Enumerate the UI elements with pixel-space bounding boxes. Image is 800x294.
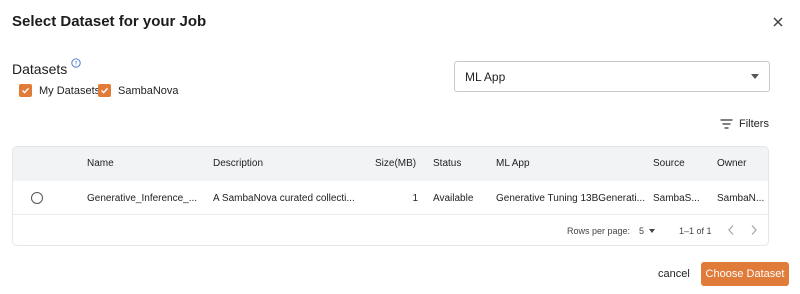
pagination-range: 1–1 of 1 bbox=[679, 226, 712, 236]
column-header-status[interactable]: Status bbox=[433, 158, 461, 169]
row-select-radio[interactable] bbox=[31, 192, 43, 204]
table-row[interactable]: Generative_Inference_... A SambaNova cur… bbox=[13, 181, 768, 215]
column-header-source[interactable]: Source bbox=[653, 158, 685, 169]
rows-per-page-value: 5 bbox=[639, 226, 645, 236]
close-icon[interactable] bbox=[770, 14, 786, 30]
column-header-name[interactable]: Name bbox=[87, 158, 114, 169]
sambanova-label: SambaNova bbox=[118, 84, 179, 97]
filters-button[interactable]: Filters bbox=[720, 118, 769, 130]
my-datasets-label: My Datasets bbox=[39, 84, 101, 97]
cell-ml-app: Generative Tuning 13BGenerati... bbox=[496, 193, 645, 204]
dialog-title: Select Dataset for your Job bbox=[12, 13, 207, 30]
chevron-down-icon bbox=[649, 229, 656, 233]
help-icon[interactable]: ? bbox=[71, 58, 81, 68]
column-header-description[interactable]: Description bbox=[213, 158, 263, 169]
my-datasets-checkbox[interactable]: My Datasets bbox=[19, 84, 100, 97]
ml-app-select-value: ML App bbox=[465, 69, 506, 84]
datasets-label: Datasets bbox=[12, 61, 68, 77]
choose-dataset-button[interactable]: Choose Dataset bbox=[701, 262, 789, 286]
filter-icon bbox=[720, 119, 733, 129]
table-header: Name Description Size(MB) Status ML App … bbox=[13, 147, 768, 181]
table-pagination: Rows per page: 5 1–1 of 1 bbox=[13, 215, 768, 245]
datasets-table: Name Description Size(MB) Status ML App … bbox=[12, 146, 769, 246]
cell-name: Generative_Inference_... bbox=[87, 193, 198, 204]
rows-per-page-label: Rows per page: bbox=[567, 226, 631, 236]
cell-owner: SambaN... bbox=[717, 193, 765, 204]
checkbox-checked-icon bbox=[98, 84, 111, 97]
cell-status: Available bbox=[433, 193, 474, 204]
ml-app-select[interactable]: ML App bbox=[454, 61, 770, 92]
column-header-size[interactable]: Size(MB) bbox=[375, 158, 416, 169]
column-header-ml-app[interactable]: ML App bbox=[496, 158, 530, 169]
cell-description: A SambaNova curated collecti... bbox=[213, 193, 355, 204]
cell-size: 1 bbox=[412, 193, 418, 204]
checkbox-checked-icon bbox=[19, 84, 32, 97]
chevron-left-icon[interactable] bbox=[727, 224, 735, 236]
svg-text:?: ? bbox=[74, 60, 77, 67]
chevron-right-icon[interactable] bbox=[750, 224, 758, 236]
cancel-button[interactable]: cancel bbox=[658, 268, 690, 280]
sambanova-checkbox[interactable]: SambaNova bbox=[98, 84, 179, 97]
cell-source: SambaS... bbox=[653, 193, 700, 204]
chevron-down-icon bbox=[751, 74, 759, 79]
rows-per-page-select[interactable]: 5 bbox=[639, 226, 656, 236]
filters-label: Filters bbox=[739, 118, 769, 130]
select-dataset-dialog: Select Dataset for your Job Datasets ? M… bbox=[0, 0, 800, 294]
column-header-owner[interactable]: Owner bbox=[717, 158, 746, 169]
